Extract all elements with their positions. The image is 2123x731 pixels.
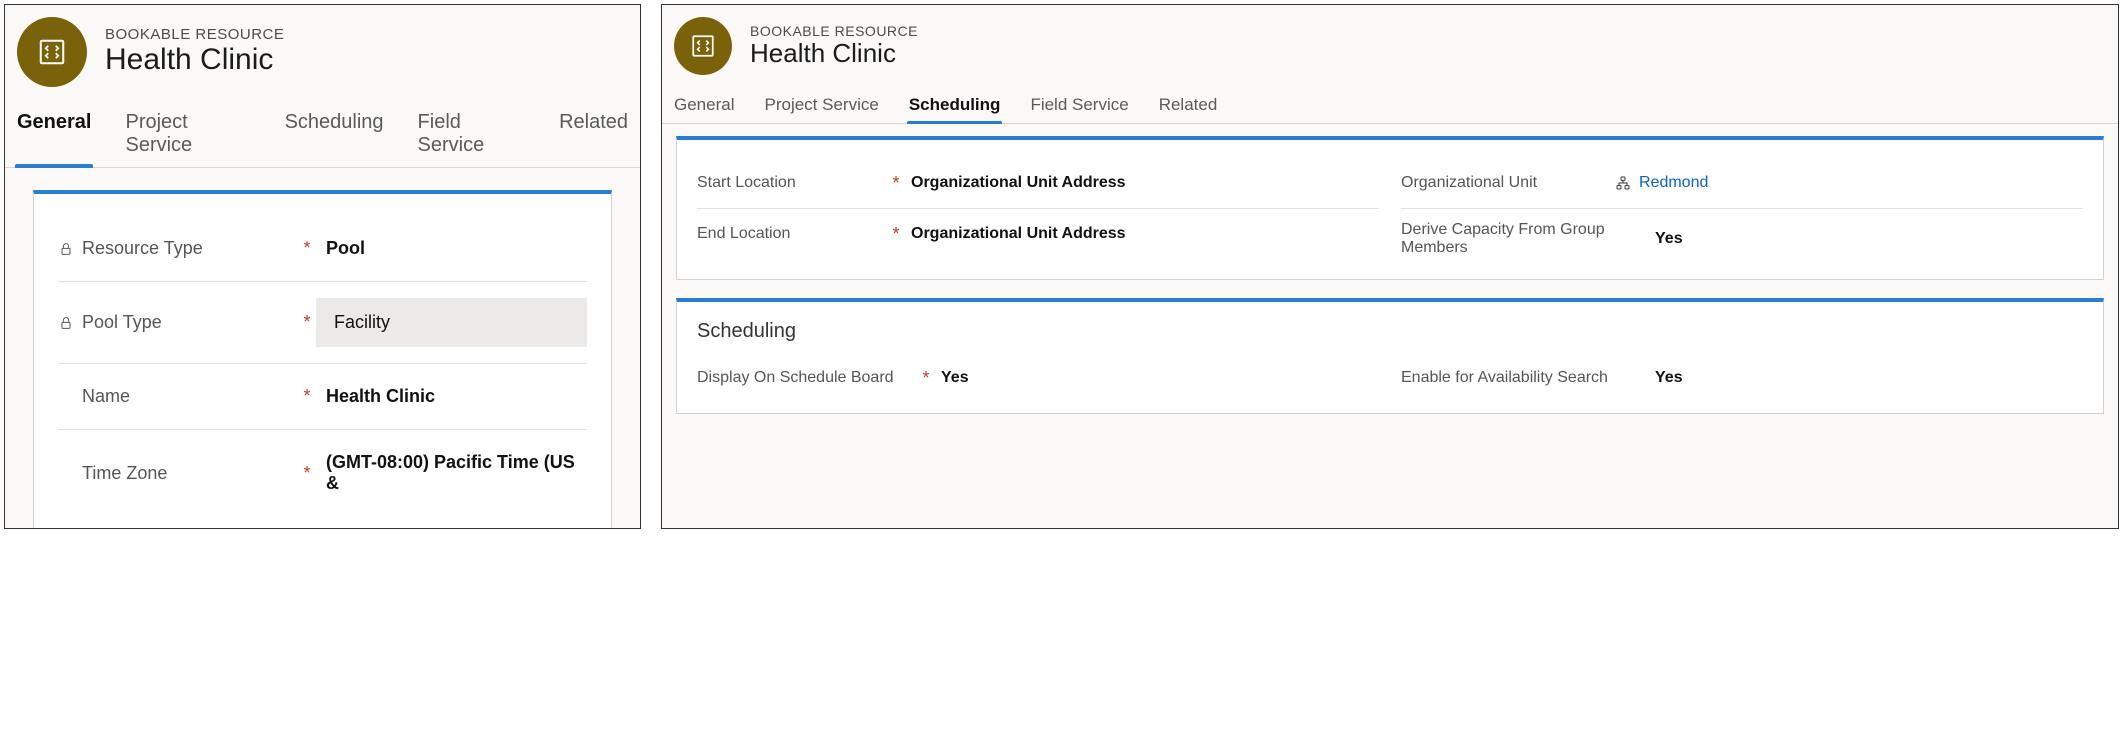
field-end-location: End Location * Organizational Unit Addre… [697, 209, 1379, 259]
left-tabs: General Project Service Scheduling Field… [5, 95, 640, 168]
lock-icon [58, 315, 74, 331]
start-location-value[interactable]: Organizational Unit Address [905, 170, 1379, 196]
tab-project-service[interactable]: Project Service [123, 105, 252, 167]
field-label: Pool Type [82, 312, 162, 333]
pool-type-value[interactable]: Facility [316, 298, 587, 347]
field-label: Start Location [697, 174, 796, 192]
entity-icon [17, 17, 87, 87]
entity-type-label: BOOKABLE RESOURCE [750, 23, 918, 39]
required-mark: * [298, 312, 316, 333]
derive-capacity-value[interactable]: Yes [1649, 226, 2083, 252]
org-unit-value[interactable]: Redmond [1609, 170, 2083, 196]
field-label: Display On Schedule Board [697, 369, 894, 387]
field-resource-type: Resource Type * Pool [58, 216, 587, 282]
org-hierarchy-icon [1615, 175, 1631, 191]
enable-availability-value[interactable]: Yes [1649, 365, 2083, 391]
field-enable-availability: Enable for Availability Search * Yes [1401, 353, 2083, 403]
field-start-location: Start Location * Organizational Unit Add… [697, 158, 1379, 209]
tab-general[interactable]: General [15, 105, 93, 167]
resource-type-value[interactable]: Pool [316, 232, 587, 265]
field-label: Enable for Availability Search [1401, 369, 1608, 387]
field-label: Organizational Unit [1401, 174, 1537, 192]
tab-scheduling[interactable]: Scheduling [283, 105, 386, 167]
required-mark: * [298, 238, 316, 259]
time-zone-value[interactable]: (GMT-08:00) Pacific Time (US & [316, 446, 587, 500]
org-unit-link[interactable]: Redmond [1639, 174, 1708, 192]
record-title: Health Clinic [105, 43, 284, 78]
field-pool-type: Pool Type * Facility [58, 282, 587, 364]
name-value[interactable]: Health Clinic [316, 380, 587, 413]
display-on-board-value[interactable]: Yes [935, 365, 1379, 391]
right-panel: BOOKABLE RESOURCE Health Clinic General … [661, 4, 2119, 529]
required-mark: * [298, 463, 316, 484]
field-name: Name * Health Clinic [58, 364, 587, 430]
field-time-zone: Time Zone * (GMT-08:00) Pacific Time (US… [58, 430, 587, 516]
right-form: Start Location * Organizational Unit Add… [662, 124, 2118, 422]
section-title: Scheduling [697, 320, 2083, 343]
right-header: BOOKABLE RESOURCE Health Clinic [662, 5, 2118, 83]
field-label: End Location [697, 225, 790, 243]
required-mark: * [887, 173, 905, 194]
lock-icon [58, 241, 74, 257]
record-title: Health Clinic [750, 39, 918, 69]
field-label: Resource Type [82, 238, 203, 259]
general-card: Resource Type * Pool Pool Type * Facilit… [33, 190, 612, 529]
tab-related[interactable]: Related [557, 105, 630, 167]
field-label: Name [82, 386, 130, 407]
required-mark: * [887, 224, 905, 245]
field-label: Derive Capacity From Group Members [1401, 221, 1631, 257]
field-display-on-board: Display On Schedule Board * Yes [697, 353, 1379, 403]
left-header: BOOKABLE RESOURCE Health Clinic [5, 5, 640, 95]
tab-field-service[interactable]: Field Service [1028, 91, 1130, 123]
scheduling-card: Scheduling Display On Schedule Board * Y… [676, 298, 2104, 414]
field-derive-capacity: Derive Capacity From Group Members * Yes [1401, 209, 2083, 269]
end-location-value[interactable]: Organizational Unit Address [905, 221, 1379, 247]
tab-project-service[interactable]: Project Service [762, 91, 880, 123]
left-panel: BOOKABLE RESOURCE Health Clinic General … [4, 4, 641, 529]
left-form: Resource Type * Pool Pool Type * Facilit… [5, 168, 640, 529]
tab-related[interactable]: Related [1157, 91, 1220, 123]
tab-field-service[interactable]: Field Service [416, 105, 528, 167]
required-mark: * [298, 386, 316, 407]
entity-icon [674, 17, 732, 75]
location-card: Start Location * Organizational Unit Add… [676, 136, 2104, 280]
required-mark: * [917, 368, 935, 389]
tab-scheduling[interactable]: Scheduling [907, 91, 1003, 123]
field-label: Time Zone [82, 463, 167, 484]
tab-general[interactable]: General [672, 91, 736, 123]
field-org-unit: Organizational Unit * Redmond [1401, 158, 2083, 209]
entity-type-label: BOOKABLE RESOURCE [105, 26, 284, 43]
right-tabs: General Project Service Scheduling Field… [662, 83, 2118, 124]
